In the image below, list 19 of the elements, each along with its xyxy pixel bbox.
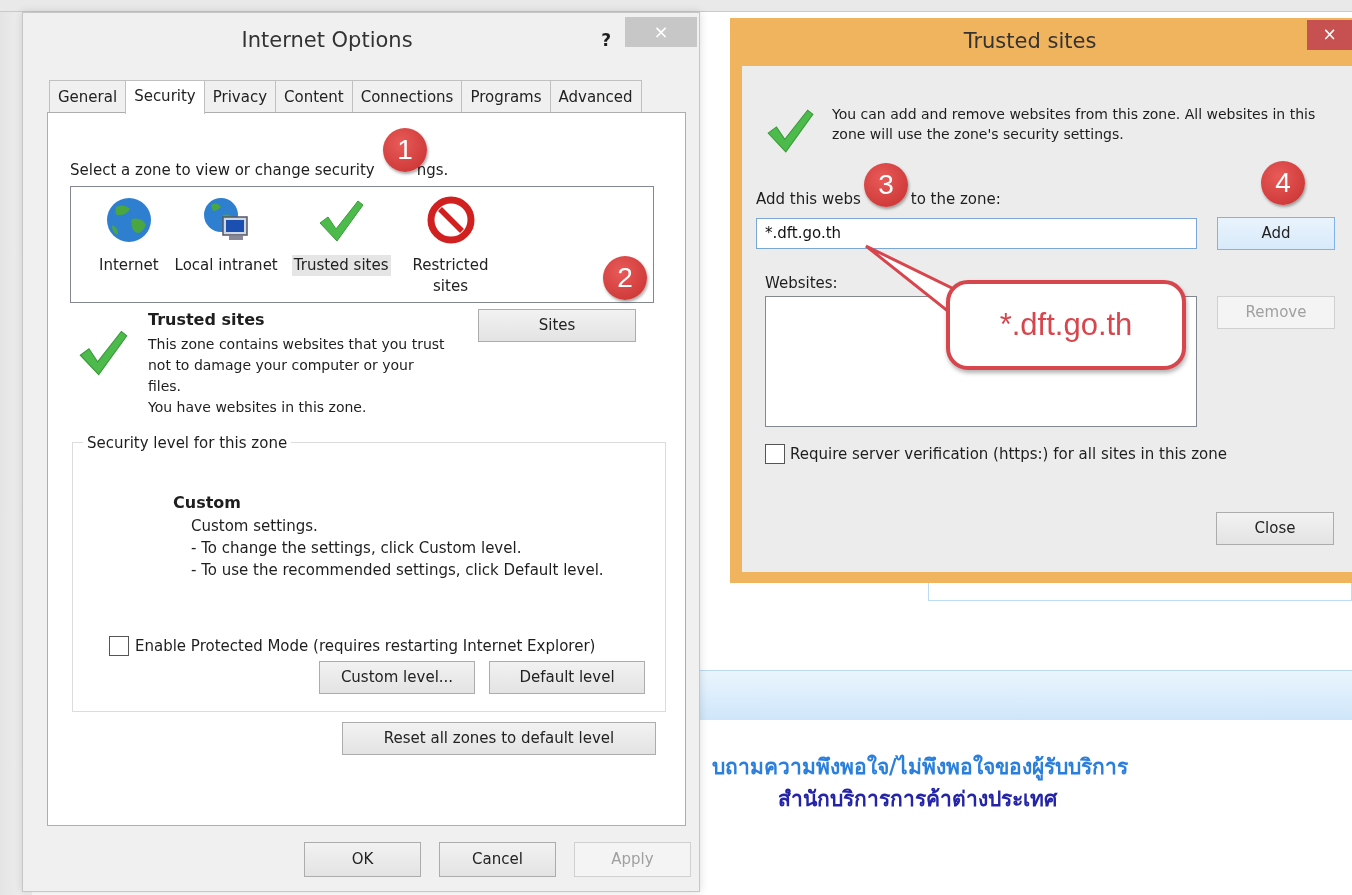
checkbox-label: Require server verification (https:) for all sites in this zone: [790, 444, 1227, 465]
window-title: Trusted sites: [962, 28, 1098, 56]
window-title: Internet Options: [240, 26, 414, 54]
prompt-text: Select a zone to view or change security: [70, 160, 375, 181]
level-description: Custom settings.: [191, 515, 319, 537]
info-text: You can add and remove websites from this zone. All websites in this zone will use the zone's security settings.: [832, 105, 1317, 144]
page-subheading: สำนักบริการการค้าต่างประเทศ: [778, 785, 1059, 813]
zone-description: You have websites in this zone.: [148, 397, 368, 417]
level-description: - To change the settings, click Custom level.: [191, 537, 523, 559]
checkbox-label: Enable Protected Mode (requires restarting Internet Explorer): [135, 635, 596, 657]
field-label: Add this webs: [756, 189, 861, 210]
level-description: - To use the recommended settings, click Default level.: [191, 559, 605, 581]
field-label: to the zone:: [910, 189, 1001, 210]
zone-name: Trusted sites: [148, 308, 266, 330]
prompt-text: ngs.: [416, 160, 449, 181]
field-label: Websites:: [765, 272, 839, 294]
zone-description: This zone contains websites that you trust not to damage your computer or your files.: [148, 334, 446, 396]
page-heading: บถามความพึงพอใจ/ไม่พึงพอใจของผู้รับบริการ: [712, 753, 1129, 783]
level-name: Custom: [173, 491, 242, 514]
